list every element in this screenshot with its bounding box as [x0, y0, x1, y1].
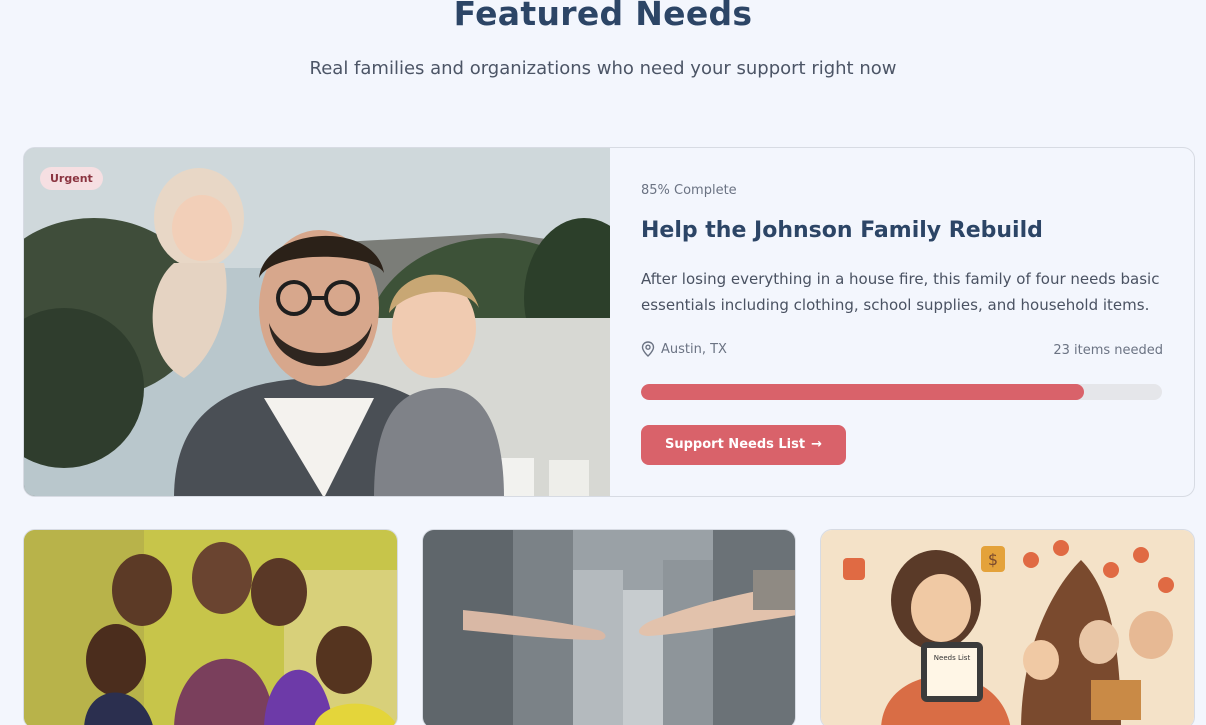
need-card-children[interactable]	[23, 529, 398, 725]
need-title[interactable]: Help the Johnson Family Rebuild	[641, 218, 1043, 243]
need-card-hands[interactable]	[422, 529, 796, 725]
cta-label: Support Needs List	[665, 437, 806, 452]
featured-details: 85% Complete Help the Johnson Family Reb…	[641, 148, 1163, 496]
children-group-photo	[24, 530, 397, 725]
location-text: Austin, TX	[661, 341, 727, 357]
items-needed: 23 items needed	[1053, 343, 1163, 358]
needs-list-illustration-text: Needs List	[934, 654, 971, 662]
reaching-hands-photo	[423, 530, 795, 725]
progress-bar-fill	[641, 384, 1084, 400]
urgent-badge: Urgent	[40, 167, 103, 190]
featured-need-card[interactable]: Urgent 85% Complete Help the Johnson Fam…	[23, 147, 1195, 497]
progress-label: 85% Complete	[641, 183, 737, 198]
progress-bar	[641, 384, 1162, 400]
need-description: After losing everything in a house fire,…	[641, 270, 1160, 314]
section-subtitle: Real families and organizations who need…	[309, 58, 897, 79]
featured-family-photo: Urgent	[24, 148, 610, 496]
need-card-illustration[interactable]: $ Needs List	[820, 529, 1195, 725]
section-title: Featured Needs	[453, 0, 753, 33]
family-illustration: $ Needs List	[821, 530, 1194, 725]
arrow-right-icon: →	[811, 437, 822, 452]
support-needs-list-button[interactable]: Support Needs List →	[641, 425, 846, 465]
location: Austin, TX	[641, 341, 727, 357]
svg-text:$: $	[988, 550, 998, 569]
map-pin-icon	[641, 341, 655, 357]
